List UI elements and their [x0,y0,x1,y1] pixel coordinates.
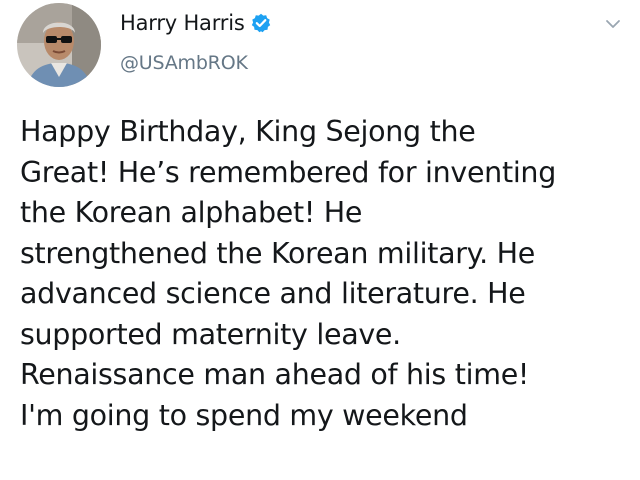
display-name[interactable]: Harry Harris [120,11,245,35]
avatar-image [17,3,101,87]
tweet-text: Happy Birthday, King Sejong the Great! H… [20,112,630,436]
avatar[interactable] [17,3,101,87]
tweet-text-line: strengthened the Korean military. He [20,236,536,270]
tweet-text-line: the Korean alphabet! He [20,196,363,229]
tweet-card: Harry Harris @USAmbROK Happy Birthday, K… [0,0,640,480]
tweet-text-line: I'm going to spend my weekend [20,398,468,432]
chevron-down-icon[interactable] [604,16,622,30]
user-handle[interactable]: @USAmbROK [120,52,271,74]
author-block: Harry Harris @USAmbROK [120,8,271,74]
tweet-text-line: Renaissance man ahead of his time! [20,358,530,391]
verified-badge-icon [251,13,271,33]
tweet-text-line: Great! He’s remembered for inventing [20,155,556,189]
tweet-text-line: advanced science and literature. He [20,277,526,310]
tweet-text-line: supported maternity leave. [20,317,401,351]
name-row: Harry Harris [120,8,271,38]
tweet-text-line: Happy Birthday, King Sejong the [20,115,476,148]
